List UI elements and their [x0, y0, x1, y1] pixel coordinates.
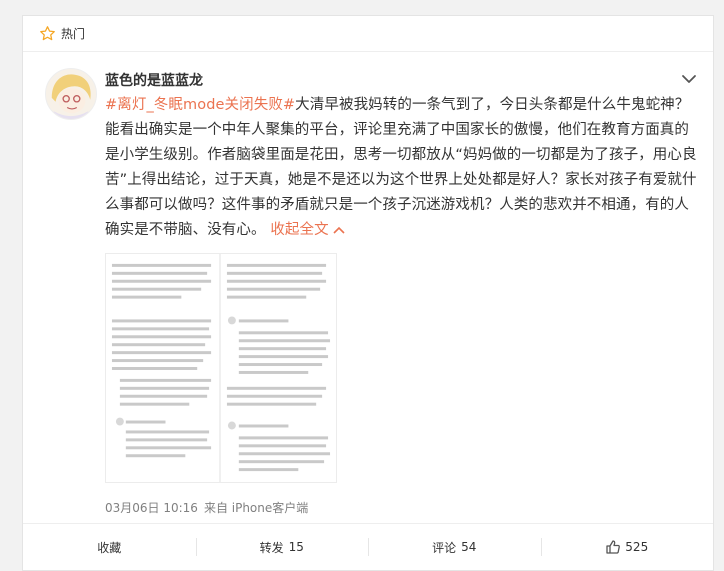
post-image[interactable]	[105, 253, 337, 483]
like-button[interactable]: 525	[540, 524, 714, 570]
chevron-up-icon	[333, 226, 345, 234]
weibo-card: 热门 蓝色的是蓝蓝龙 #离灯_冬眠mode关闭失败#大清早被我妈转的一条气到了，…	[22, 15, 714, 571]
hot-header: 热门	[23, 16, 713, 52]
topic-link[interactable]: #离灯_冬眠mode关闭失败#	[105, 97, 295, 113]
comment-button[interactable]: 评论 54	[368, 524, 541, 570]
comment-count: 54	[461, 540, 477, 554]
hot-label: 热门	[61, 27, 86, 41]
avatar[interactable]	[45, 68, 97, 120]
post-image-content	[106, 254, 336, 482]
weibo-post: 蓝色的是蓝蓝龙 #离灯_冬眠mode关闭失败#大清早被我妈转的一条气到了，今日头…	[23, 53, 713, 523]
post-body: 大清早被我妈转的一条气到了，今日头条都是什么牛鬼蛇神？能看出确实是一个中年人聚集…	[105, 97, 697, 238]
favorite-button[interactable]: 收藏	[23, 524, 196, 570]
chevron-down-icon[interactable]	[679, 69, 699, 89]
like-count: 525	[625, 540, 649, 554]
star-icon	[40, 26, 55, 41]
action-bar: 收藏 转发 15 评论 54 525	[23, 523, 713, 570]
post-text: #离灯_冬眠mode关闭失败#大清早被我妈转的一条气到了，今日头条都是什么牛鬼蛇…	[105, 93, 701, 243]
avatar-image	[46, 69, 96, 119]
collapse-link[interactable]: 收起全文	[270, 222, 345, 238]
repost-button[interactable]: 转发 15	[195, 524, 369, 570]
thumbs-up-icon	[606, 540, 621, 554]
user-nickname[interactable]: 蓝色的是蓝蓝龙	[105, 70, 203, 90]
repost-count: 15	[288, 540, 304, 554]
post-source: 来自 iPhone客户端	[203, 501, 309, 515]
post-date[interactable]: 03月06日 10:16	[105, 501, 198, 515]
post-meta: 03月06日 10:16 来自 iPhone客户端	[105, 499, 308, 516]
